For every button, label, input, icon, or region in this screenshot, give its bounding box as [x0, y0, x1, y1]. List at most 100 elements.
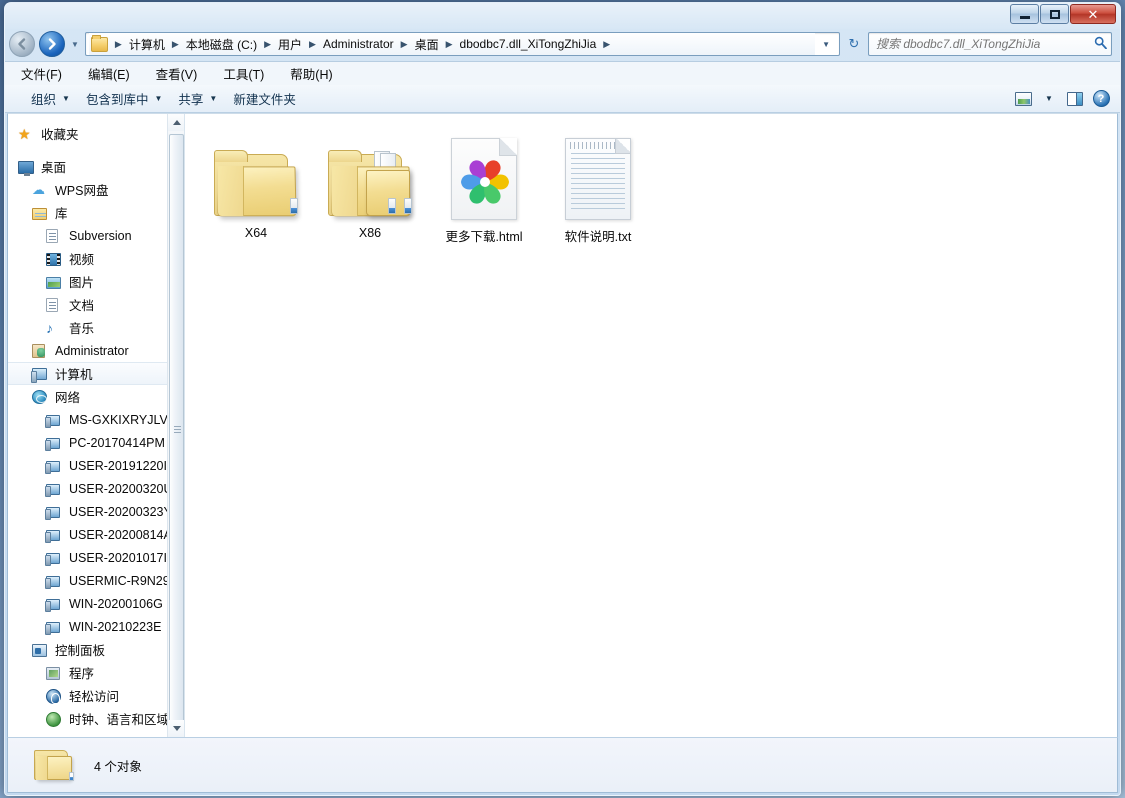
share-button[interactable]: 共享 ▼ [170, 86, 225, 111]
page-corner-icon [499, 138, 517, 156]
chevron-down-icon: ▼ [62, 94, 70, 103]
html-file-icon [451, 138, 517, 220]
sidebar-item-0[interactable]: ★ 收藏夹 [8, 122, 167, 145]
file-item[interactable]: 软件说明.txt [541, 130, 655, 249]
help-icon: ? [1092, 90, 1110, 107]
clock-language-region-icon-glyph [46, 711, 61, 727]
menu-view[interactable]: 查看(V) [154, 62, 200, 85]
sidebar-item-25[interactable]: 时钟、语言和区域 [8, 707, 167, 730]
breadcrumb-item-users[interactable]: 用户 [275, 34, 305, 55]
organize-label: 组织 [31, 93, 57, 107]
command-bar: 组织 ▼ 包含到库中 ▼ 共享 ▼ 新建文件夹 ▼ ? [5, 85, 1120, 113]
favorites-star-icon-glyph: ★ [18, 125, 31, 142]
sidebar-item-4[interactable]: Subversion [8, 224, 167, 247]
sidebar-item-2[interactable]: ☁ WPS网盘 [8, 178, 167, 201]
sidebar-item-12[interactable]: MS-GXKIXRYJLV [8, 408, 167, 431]
desktop-icon [18, 159, 36, 176]
sidebar-item-17[interactable]: USER-20200814A [8, 523, 167, 546]
sidebar-item-5[interactable]: 视频 [8, 247, 167, 270]
sidebar-item-7[interactable]: 文档 [8, 293, 167, 316]
change-view-button[interactable] [1010, 88, 1036, 110]
breadcrumb-item-computer[interactable]: 计算机 [126, 34, 168, 55]
new-folder-button[interactable]: 新建文件夹 [225, 86, 304, 111]
file-item-label: 软件说明.txt [564, 230, 632, 244]
minimize-button[interactable] [1010, 4, 1039, 24]
file-item[interactable]: X86 [313, 130, 427, 249]
subversion-icon-glyph [46, 228, 58, 243]
sidebar-item-label: Subversion [69, 228, 132, 243]
search-input[interactable] [876, 37, 1094, 51]
maximize-button[interactable] [1040, 4, 1069, 24]
breadcrumb-item-current-folder[interactable]: dbodbc7.dll_XiTongZhiJia [457, 35, 600, 53]
sidebar-item-11[interactable]: 网络 [8, 385, 167, 408]
sidebar-item-label: USER-20200323Y [69, 504, 167, 519]
search-box[interactable] [868, 32, 1112, 56]
preview-pane-button[interactable] [1062, 88, 1088, 110]
menu-tools[interactable]: 工具(T) [221, 62, 266, 85]
sidebar-item-label: 控制面板 [55, 644, 106, 658]
organize-button[interactable]: 组织 ▼ [23, 86, 78, 111]
file-item[interactable]: X64 [199, 130, 313, 249]
sidebar-item-label: WPS网盘 [55, 184, 109, 198]
video-icon [46, 251, 64, 267]
address-bar-row: ▼ ▶ 计算机 ▶ 本地磁盘 (C:) ▶ 用户 ▶ Administrator… [5, 27, 1120, 61]
network-computer-icon-glyph [45, 575, 60, 589]
sidebar-item-6[interactable]: 图片 [8, 270, 167, 293]
forward-arrow-icon [48, 38, 56, 50]
network-computer-icon [45, 596, 64, 612]
forward-button[interactable] [39, 31, 65, 57]
include-in-library-button[interactable]: 包含到库中 ▼ [78, 86, 170, 111]
sidebar-item-15[interactable]: USER-20200320U [8, 477, 167, 500]
address-field[interactable]: ▶ 计算机 ▶ 本地磁盘 (C:) ▶ 用户 ▶ Administrator ▶… [84, 32, 840, 56]
scroll-up-button[interactable] [168, 114, 184, 131]
breadcrumb-item-administrator[interactable]: Administrator [320, 35, 397, 53]
sidebar-item-16[interactable]: USER-20200323Y [8, 500, 167, 523]
network-computer-icon [45, 573, 64, 589]
sidebar-item-18[interactable]: USER-20201017I [8, 546, 167, 569]
menu-help[interactable]: 帮助(H) [288, 62, 334, 85]
sidebar-item-19[interactable]: USERMIC-R9N29 [8, 569, 167, 592]
network-computer-icon [45, 412, 64, 428]
sidebar-item-20[interactable]: WIN-20200106G [8, 592, 167, 615]
close-icon: ✕ [1087, 6, 1099, 22]
sidebar-item-21[interactable]: WIN-20210223E [8, 615, 167, 638]
file-item[interactable]: 更多下载.html [427, 130, 541, 249]
sidebar-item-9[interactable]: Administrator [8, 339, 167, 362]
breadcrumb-item-desktop[interactable]: 桌面 [412, 34, 442, 55]
breadcrumb-item-local-disk[interactable]: 本地磁盘 (C:) [183, 34, 260, 55]
sidebar-item-1[interactable]: 桌面 [8, 155, 167, 178]
sidebar-item-label: MS-GXKIXRYJLV [69, 412, 167, 427]
network-icon-glyph [32, 389, 47, 404]
help-button[interactable]: ? [1088, 88, 1114, 110]
refresh-button[interactable]: ↻ [844, 36, 864, 52]
menu-edit[interactable]: 编辑(E) [86, 62, 132, 85]
sidebar-item-24[interactable]: 轻松访问 [8, 684, 167, 707]
back-button[interactable] [9, 31, 35, 57]
explorer-body: ★ 收藏夹桌面 ☁ WPS网盘库 Subversion 视频图片文档 ♪ 音乐 Administ… [7, 113, 1118, 737]
sidebar-item-22[interactable]: 控制面板 [8, 638, 167, 661]
sidebar-item-23[interactable]: 程序 [8, 661, 167, 684]
navigation-pane: ★ 收藏夹桌面 ☁ WPS网盘库 Subversion 视频图片文档 ♪ 音乐 Administ… [8, 114, 185, 737]
file-items: X64 X86 更多下载.html 软件说明.txt [199, 130, 1117, 249]
cloud-icon-glyph: ☁ [32, 181, 45, 197]
close-button[interactable]: ✕ [1070, 4, 1116, 24]
music-icon: ♪ [46, 320, 64, 336]
sidebar-item-14[interactable]: USER-20191220I [8, 454, 167, 477]
library-icon [32, 205, 50, 221]
sidebar-item-label: PC-20170414PM [69, 435, 165, 450]
scroll-down-button[interactable] [168, 720, 184, 737]
sidebar-item-13[interactable]: PC-20170414PM [8, 431, 167, 454]
sidebar-item-label: WIN-20210223E [69, 619, 162, 634]
scrollbar-thumb[interactable] [169, 134, 184, 726]
address-dropdown-button[interactable]: ▼ [815, 40, 837, 49]
sidebar-scrollbar[interactable] [167, 114, 184, 737]
sidebar-item-10[interactable]: 计算机 [8, 362, 167, 385]
view-dropdown-button[interactable]: ▼ [1036, 88, 1062, 110]
music-icon-glyph: ♪ [46, 319, 53, 336]
sidebar-item-3[interactable]: 库 [8, 201, 167, 224]
sidebar-item-label: 图片 [69, 276, 95, 290]
menu-file[interactable]: 文件(F) [19, 62, 64, 85]
recent-pages-dropdown[interactable]: ▼ [69, 40, 81, 49]
file-list-pane[interactable]: X64 X86 更多下载.html 软件说明.txt [185, 114, 1117, 737]
sidebar-item-8[interactable]: ♪ 音乐 [8, 316, 167, 339]
